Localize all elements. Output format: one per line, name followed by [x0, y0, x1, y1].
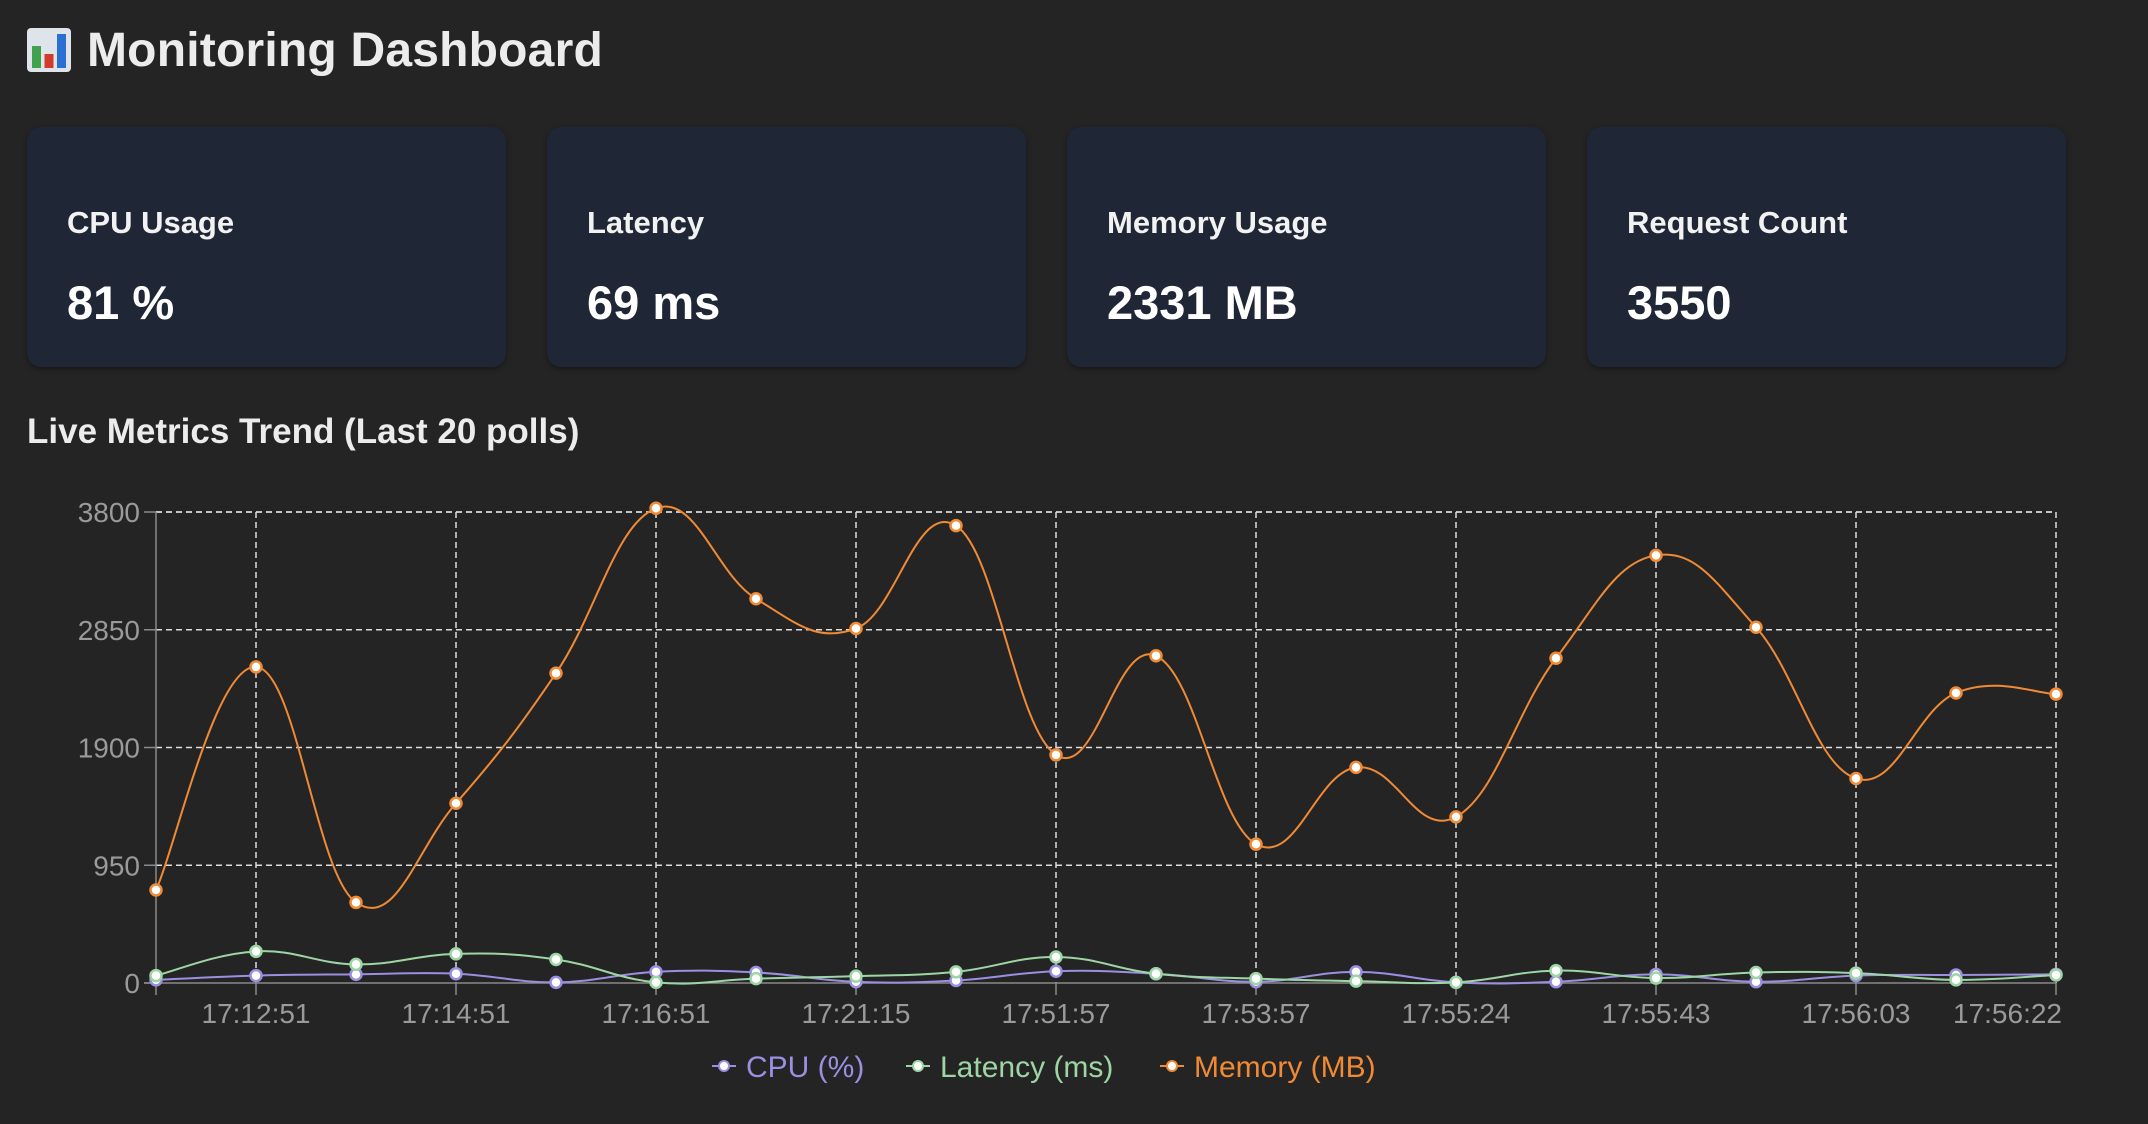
memory-series-point [649, 501, 663, 516]
section-title: Live Metrics Trend (Last 20 polls) [27, 412, 580, 451]
y-tick-label: 2850 [78, 615, 140, 646]
cpu-series-point [549, 975, 563, 990]
memory-series-point [1849, 771, 1863, 786]
x-tick-label: 17:14:51 [402, 998, 511, 1029]
memory-usage-card: Memory Usage 2331 MB [1067, 127, 1546, 367]
x-tick-label: 17:55:43 [1602, 998, 1711, 1029]
legend-marker [1166, 1060, 1178, 1072]
memory-series-point [1549, 651, 1563, 666]
card-label: CPU Usage [67, 205, 235, 240]
header: Monitoring Dashboard [27, 18, 603, 82]
request-count-card: Request Count 3550 [1587, 127, 2066, 367]
card-value: 2331 MB [1107, 276, 1298, 329]
cpu-series-point [449, 966, 463, 981]
latency-series-point [1449, 975, 1463, 990]
x-tick-label: 17:51:57 [1002, 998, 1111, 1029]
bar-chart-icon [27, 28, 71, 72]
memory-series-point [1949, 686, 1963, 700]
memory-series-point [1049, 748, 1063, 762]
latency-series-point [1149, 966, 1163, 981]
latency-series-point [1649, 971, 1663, 985]
memory-series-point [449, 796, 463, 811]
card-value: 69 ms [587, 276, 721, 329]
memory-series-point [1649, 548, 1663, 563]
x-tick-label: 17:16:51 [602, 998, 711, 1029]
memory-series-point [949, 518, 963, 533]
latency-series-line [155, 950, 2057, 985]
x-tick-label: 17:12:51 [202, 998, 311, 1029]
latency-series-point [1749, 965, 1763, 980]
x-tick-label: 17:55:24 [1402, 998, 1511, 1029]
memory-series-point [849, 621, 863, 636]
y-tick-label: 3800 [78, 497, 140, 528]
latency-series-point [2049, 968, 2063, 982]
memory-series-line [155, 505, 2057, 909]
metrics-chart: 3800 2850 1900 950 0 17:12:51 17:14:51 17:16:51… [0, 480, 2148, 1100]
metric-cards: CPU Usage 81 % Latency 69 ms Memory Usag… [27, 127, 2066, 367]
memory-series-point [249, 660, 263, 674]
latency-series-point [449, 947, 463, 961]
memory-series-point [1349, 760, 1363, 775]
legend-label: CPU (%) [746, 1051, 864, 1084]
y-tick-label: 0 [124, 968, 140, 999]
latency-series-point [1349, 974, 1363, 988]
latency-series-point [1849, 966, 1863, 980]
latency-series-point [1249, 971, 1263, 986]
latency-series-point [1949, 973, 1963, 987]
memory-series-point [1149, 649, 1163, 663]
x-tick-label: 17:56:03 [1802, 998, 1911, 1029]
latency-series-point [149, 968, 163, 983]
memory-series-point [2049, 687, 2063, 701]
y-tick-label: 1900 [78, 733, 140, 764]
memory-series-point [1449, 810, 1463, 824]
memory-series-point [1749, 620, 1763, 635]
memory-series-point [549, 666, 563, 680]
cpu-series-point [1549, 975, 1563, 989]
legend-label: Memory (MB) [1194, 1051, 1376, 1084]
latency-series-point [949, 965, 963, 979]
y-tick-label: 950 [93, 850, 140, 881]
memory-series-point [1249, 837, 1263, 851]
legend-marker [718, 1060, 730, 1072]
latency-series-point [1049, 950, 1063, 964]
cpu-series-point [249, 968, 263, 983]
card-value: 81 % [67, 276, 175, 329]
x-tick-label: 17:53:57 [1202, 998, 1311, 1029]
legend-label: Latency (ms) [940, 1051, 1113, 1084]
latency-card: Latency 69 ms [547, 127, 1026, 367]
line-chart: 3800 2850 1900 950 0 17:12:51 17:14:51 17:16:51… [78, 497, 2063, 1084]
page-title: Monitoring Dashboard [87, 23, 603, 77]
x-tick-label: 17:21:15 [802, 998, 911, 1029]
memory-series-point [149, 883, 163, 897]
card-value: 3550 [1627, 276, 1732, 329]
cpu-series-point [1049, 964, 1063, 978]
latency-series-point [649, 975, 663, 990]
latency-series-point [1549, 963, 1563, 978]
latency-series-point [849, 969, 863, 983]
latency-series-point [749, 971, 763, 986]
memory-series-point [749, 592, 763, 606]
x-tick-label: 17:56:22 [1953, 998, 2062, 1029]
latency-series-point [549, 952, 563, 967]
card-label: Request Count [1627, 205, 1848, 240]
card-label: Latency [587, 205, 705, 240]
card-label: Memory Usage [1107, 205, 1328, 240]
dashboard-page: Monitoring Dashboard CPU Usage 81 % Late… [0, 0, 2148, 1124]
latency-series-point [249, 944, 263, 959]
legend-marker [912, 1060, 924, 1072]
latency-series-point [349, 957, 363, 972]
cpu-usage-card: CPU Usage 81 % [27, 127, 506, 367]
memory-series-point [349, 895, 363, 910]
